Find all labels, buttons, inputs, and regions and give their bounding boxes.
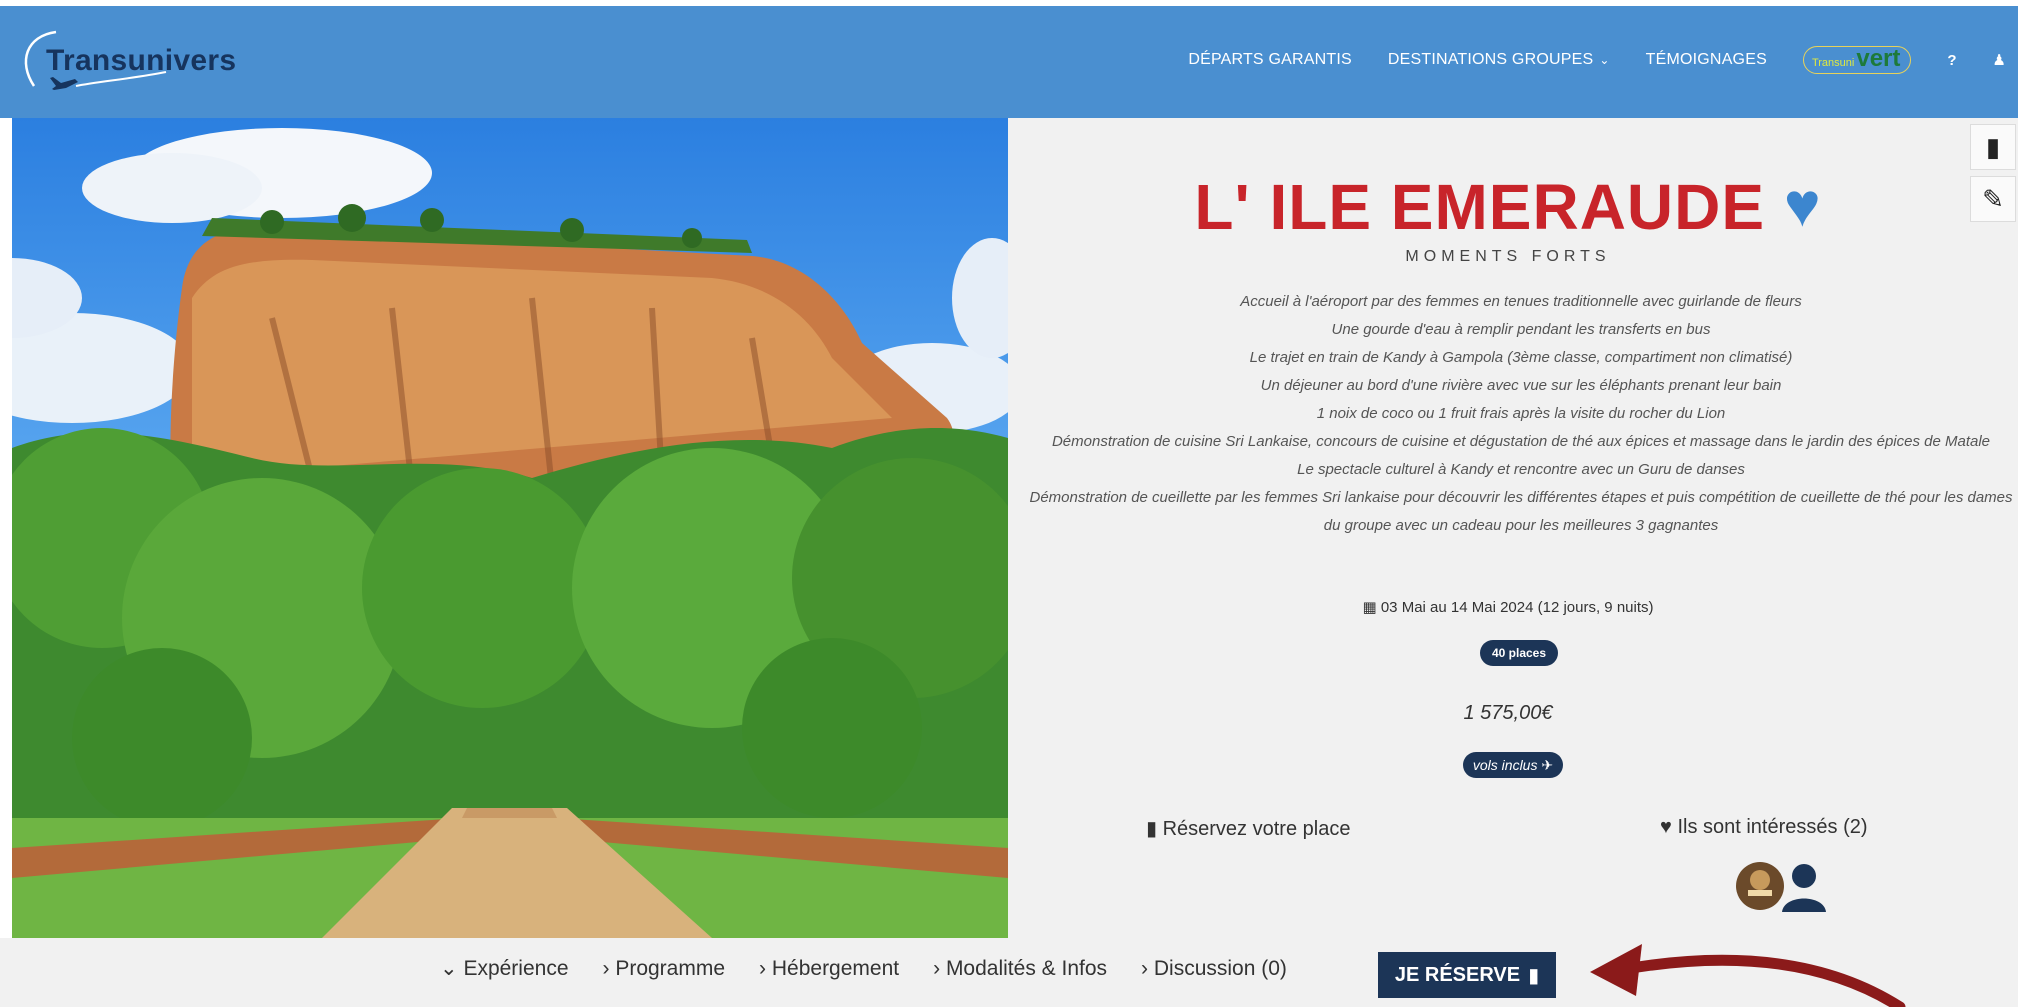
header-top-line [0,0,2018,6]
avatar-group-icon [1736,862,1826,912]
flights-text: vols inclus [1472,757,1538,773]
user-icon[interactable]: ♟ [1993,51,2006,69]
brand-name: Transunivers [46,44,237,77]
highlight-item: Démonstration de cueillette par les femm… [1029,489,2013,534]
chevron-right-icon: › [1141,956,1154,980]
highlight-item: Une gourde d'eau à remplir pendant les t… [1331,321,1711,338]
interested-label: Ils sont intéressés (2) [1677,816,1868,838]
nav-destinations-groupes[interactable]: DESTINATIONS GROUPES ⌄ [1388,51,1610,69]
chevron-down-icon: ⌄ [440,957,464,980]
suitcase-icon: ▮ [1146,818,1158,840]
help-icon[interactable]: ? [1947,52,1956,69]
site-header: Transunivers DÉPARTS GARANTIS DESTINATIO… [0,0,2018,118]
tab-modalites-infos[interactable]: › Modalités & Infos [933,957,1107,981]
interested-avatars [1736,858,1832,914]
calendar-icon: ▦ [1362,599,1377,616]
tab-experience[interactable]: ⌄ Expérience [440,956,569,981]
section-tabs: ⌄ Expérience › Programme › Hébergement ›… [440,956,1287,981]
tab-hebergement[interactable]: › Hébergement [759,957,899,981]
highlight-item: Démonstration de cuisine Sri Lankaise, c… [1051,433,1991,450]
flights-badge: vols inclus ✈ [1463,752,1563,778]
tab-label: Modalités & Infos [945,956,1108,980]
nav-temoignages[interactable]: TÉMOIGNAGES [1646,51,1767,69]
nav-departs-garantis[interactable]: DÉPARTS GARANTIS [1188,51,1352,69]
tab-discussion[interactable]: › Discussion (0) [1141,957,1287,981]
chevron-right-icon: › [759,956,772,980]
highlight-item: 1 noix de coco ou 1 fruit frais après la… [1316,405,1726,422]
tab-label: Expérience [463,957,569,980]
trip-title: L' ILE EMERAUDE ♥ [1008,170,2008,244]
interested-link[interactable]: ♥ Ils sont intéressés (2) [1660,816,1868,839]
je-reserve-button[interactable]: JE RÉSERVE ▮ [1378,952,1556,998]
nav-destinations-label: DESTINATIONS GROUPES [1387,51,1594,68]
hero-image [12,118,1008,938]
tab-label: Discussion (0) [1153,956,1287,980]
trip-dates-text: 03 Mai au 14 Mai 2024 (12 jours, 9 nuits… [1380,599,1654,616]
highlight-item: Le spectacle culturel à Kandy et rencont… [1297,461,1745,478]
transunivert-link[interactable]: Transuni vert [1802,45,1912,74]
main-nav: DÉPARTS GARANTIS DESTINATIONS GROUPES ⌄ … [1188,40,2006,80]
highlight-item: Un déjeuner au bord d'une rivière avec v… [1260,377,1782,394]
chevron-right-icon: › [933,956,946,980]
places-badge: 40 places [1480,640,1558,666]
trip-dates: ▦ 03 Mai au 14 Mai 2024 (12 jours, 9 nui… [1008,598,2008,616]
reserve-place-link[interactable]: ▮ Réservez votre place [1146,816,1350,841]
plane-icon: ✈ [1541,757,1554,773]
highlight-item: Accueil à l'aéroport par des femmes en t… [1240,293,1802,310]
trip-panel: ▮ ✎ L' ILE EMERAUDE ♥ MOMENTS FORTS Accu… [1008,118,2018,938]
page: Transunivers DÉPARTS GARANTIS DESTINATIO… [0,0,2018,1007]
red-arrow-annotation [1590,944,1906,1007]
chevron-down-icon: ⌄ [1599,53,1610,67]
trip-price: 1 575,00€ [1463,702,1553,724]
trip-title-text: L' ILE EMERAUDE [1194,171,1766,243]
tab-label: Hébergement [771,956,900,980]
transunivert-big: vert [1856,45,1901,72]
highlight-item: Le trajet en train de Kandy à Gampola (3… [1249,349,1793,366]
heart-icon[interactable]: ♥ [1784,171,1822,240]
heart-small-icon: ♥ [1660,816,1672,838]
suitcase-icon: ▮ [1528,964,1540,987]
trip-subtitle: MOMENTS FORTS [1405,248,1611,265]
sigiriya-rock-image [12,128,1008,938]
tab-label: Programme [615,956,726,980]
reserve-place-label: Réservez votre place [1162,818,1351,840]
brand-logo[interactable]: Transunivers [16,22,246,106]
chevron-right-icon: › [602,956,616,980]
highlights-list: Accueil à l'aéroport par des femmes en t… [1022,288,2018,540]
cta-label: JE RÉSERVE [1394,963,1521,986]
brochure-icon[interactable]: ▮ [1970,124,2016,170]
tab-programme[interactable]: › Programme [603,957,726,981]
transunivert-small: Transuni [1811,57,1855,69]
